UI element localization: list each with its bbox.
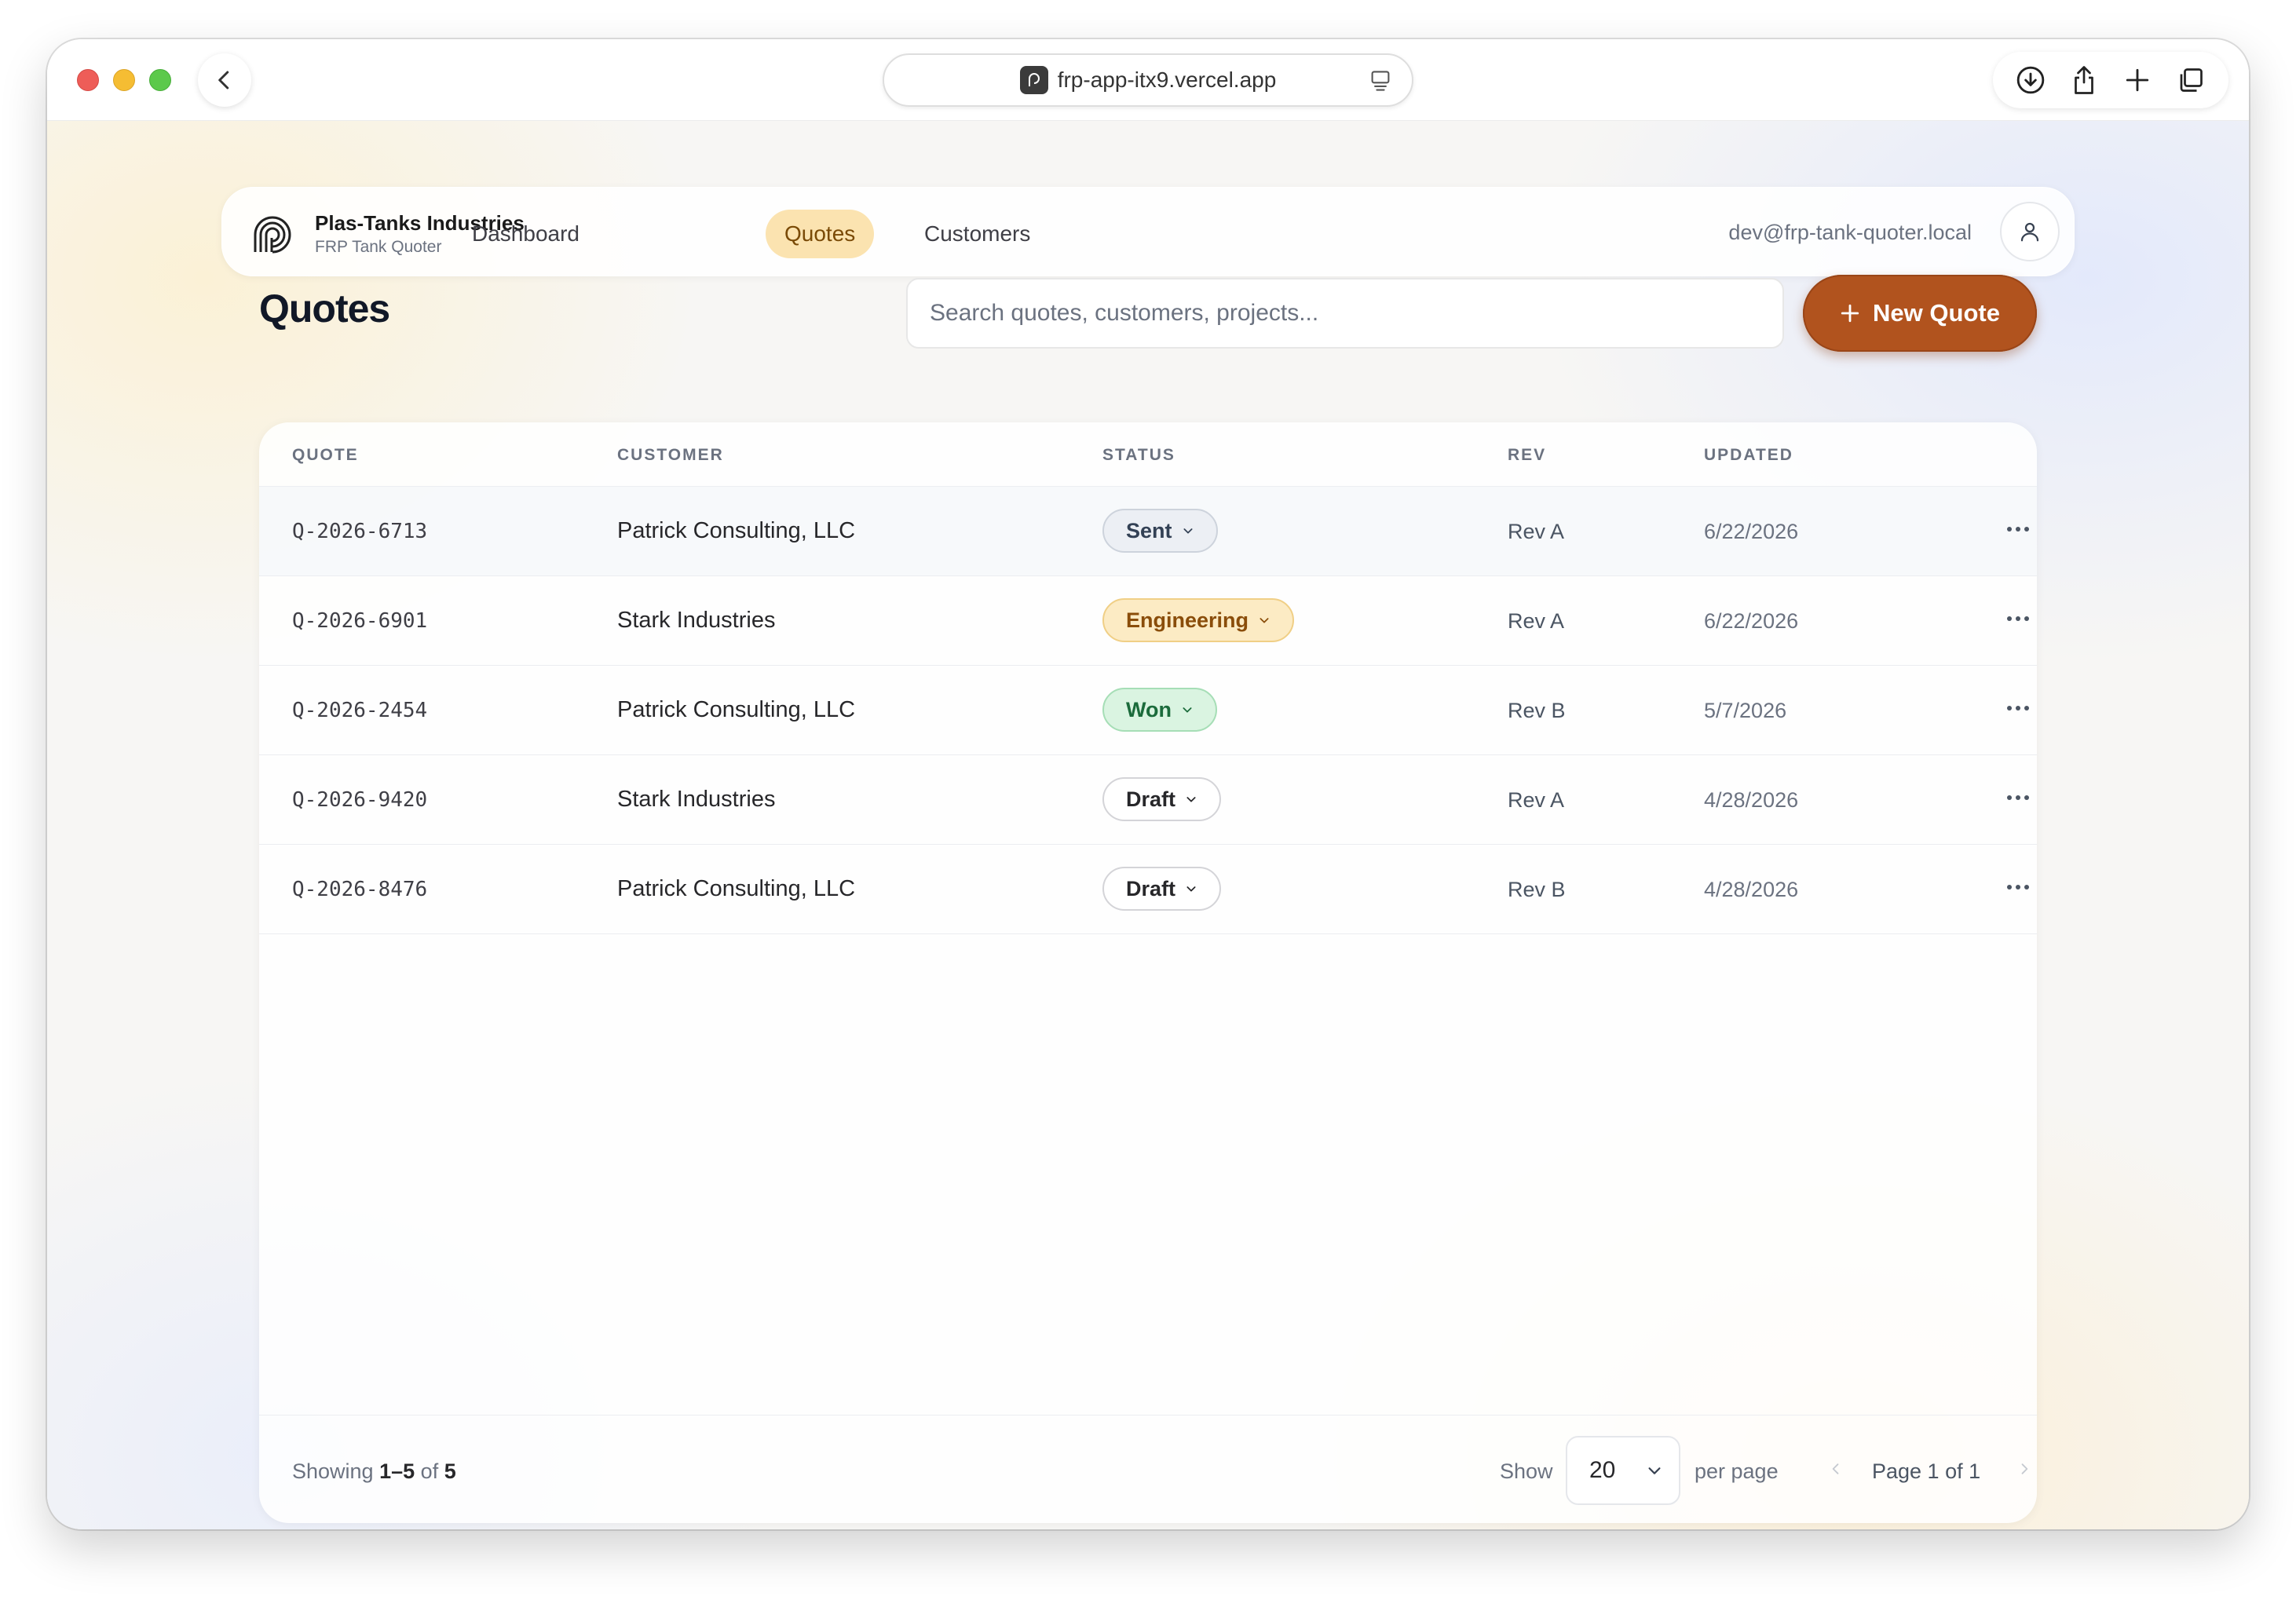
per-page-label: per page <box>1695 1459 1779 1483</box>
app-content: Plas-Tanks Industries FRP Tank Quoter Da… <box>47 121 2249 1529</box>
show-label: Show <box>1500 1459 1553 1483</box>
new-quote-button[interactable]: New Quote <box>1803 275 2037 352</box>
more-horizontal-icon[interactable] <box>2002 606 2034 631</box>
revision: Rev A <box>1508 609 1565 633</box>
table-row[interactable]: Q-2026-2454 Patrick Consulting, LLC Won Rev… <box>259 666 2037 755</box>
page-indicator: Page 1 of 1 <box>1872 1459 1981 1483</box>
user-avatar-button[interactable] <box>2000 202 2060 261</box>
updated-date: 6/22/2026 <box>1704 609 1799 633</box>
customer-name: Stark Industries <box>617 787 776 812</box>
top-nav: Plas-Tanks Industries FRP Tank Quoter Da… <box>221 187 2075 276</box>
chevron-right-icon <box>2021 1463 2028 1474</box>
browser-window: frp-app-itx9.vercel.app Plas-Tanks Indus… <box>47 39 2249 1529</box>
site-favicon-icon <box>1019 66 1048 94</box>
browser-toolbar: frp-app-itx9.vercel.app <box>47 39 2249 121</box>
brand-logo-icon[interactable] <box>250 211 294 255</box>
user-icon <box>2020 222 2039 242</box>
previous-page-button[interactable] <box>1820 1453 1852 1485</box>
column-header-status[interactable]: STATUS <box>1102 446 1175 465</box>
revision: Rev B <box>1508 699 1566 722</box>
back-button[interactable] <box>198 53 251 107</box>
chevron-down-icon <box>1260 618 1269 623</box>
status-dropdown[interactable]: Draft <box>1102 777 1222 821</box>
next-page-button[interactable] <box>2009 1453 2037 1485</box>
status-label: Draft <box>1126 787 1176 811</box>
showing-summary: Showing 1–5 of 5 <box>292 1459 456 1483</box>
status-dropdown[interactable]: Won <box>1102 688 1217 732</box>
page-title: Quotes <box>259 287 390 331</box>
more-horizontal-icon[interactable] <box>2002 517 2034 542</box>
url-text: frp-app-itx9.vercel.app <box>1057 68 1277 92</box>
quote-number[interactable]: Q-2026-8476 <box>292 878 427 901</box>
status-dropdown[interactable]: Draft <box>1102 867 1222 911</box>
quote-number[interactable]: Q-2026-6713 <box>292 520 427 543</box>
zoom-window-button[interactable] <box>149 69 171 91</box>
plus-icon[interactable] <box>2122 64 2153 96</box>
revision: Rev A <box>1508 520 1565 543</box>
chevron-down-icon <box>1186 886 1196 892</box>
column-header-rev[interactable]: REV <box>1508 446 1546 465</box>
chevron-down-icon <box>1648 1467 1661 1474</box>
status-dropdown[interactable]: Engineering <box>1102 598 1295 642</box>
table-row[interactable]: Q-2026-6901 Stark Industries Engineering Re… <box>259 576 2037 666</box>
status-label: Won <box>1126 697 1172 721</box>
column-header-updated[interactable]: UPDATED <box>1704 446 1793 465</box>
table-row[interactable]: Q-2026-8476 Patrick Consulting, LLC Draft R… <box>259 845 2037 934</box>
table-row[interactable]: Q-2026-6713 Patrick Consulting, LLC Sent Re… <box>259 487 2037 576</box>
quote-number[interactable]: Q-2026-2454 <box>292 699 427 722</box>
column-header-customer[interactable]: CUSTOMER <box>617 446 724 465</box>
more-horizontal-icon[interactable] <box>2002 785 2034 810</box>
quotes-table-card: QUOTE CUSTOMER STATUS REV UPDATED Q-2026… <box>259 422 2037 1523</box>
minimize-window-button[interactable] <box>113 69 135 91</box>
column-header-quote[interactable]: QUOTE <box>292 446 359 465</box>
download-icon[interactable] <box>2015 64 2046 96</box>
table-header: QUOTE CUSTOMER STATUS REV UPDATED <box>259 422 2037 487</box>
chevron-left-icon <box>1832 1463 1839 1474</box>
brand-subtitle: FRP Tank Quoter <box>315 238 442 256</box>
nav-link-dashboard[interactable]: Dashboard <box>453 210 598 258</box>
browser-tools <box>1993 52 2228 108</box>
plus-icon <box>1841 304 1859 323</box>
table-row[interactable]: Q-2026-9420 Stark Industries Draft Rev A 4/2… <box>259 755 2037 845</box>
updated-date: 5/7/2026 <box>1704 699 1787 722</box>
per-page-value: 20 <box>1589 1457 1616 1483</box>
user-email: dev@frp-tank-quoter.local <box>1728 221 1972 244</box>
reader-mode-icon[interactable] <box>1369 69 1391 97</box>
customer-name: Patrick Consulting, LLC <box>617 876 856 901</box>
status-label: Sent <box>1126 518 1172 542</box>
new-quote-label: New Quote <box>1873 299 2000 327</box>
status-dropdown[interactable]: Sent <box>1102 509 1218 553</box>
per-page-select[interactable]: 20 <box>1566 1436 1680 1505</box>
status-label: Engineering <box>1126 608 1249 632</box>
updated-date: 4/28/2026 <box>1704 788 1799 812</box>
status-label: Draft <box>1126 876 1176 900</box>
revision: Rev B <box>1508 878 1566 901</box>
quote-number[interactable]: Q-2026-6901 <box>292 609 427 633</box>
chevron-down-icon <box>1183 528 1193 534</box>
table-footer: Showing 1–5 of 5 Show 20 per page Page 1… <box>259 1415 2037 1523</box>
chevron-left-icon <box>218 71 229 89</box>
address-bar[interactable]: frp-app-itx9.vercel.app <box>883 53 1413 107</box>
revision: Rev A <box>1508 788 1565 812</box>
customer-name: Patrick Consulting, LLC <box>617 697 856 722</box>
customer-name: Stark Industries <box>617 608 776 633</box>
updated-date: 4/28/2026 <box>1704 878 1799 901</box>
chevron-down-icon <box>1183 707 1192 713</box>
share-icon[interactable] <box>2068 64 2100 96</box>
more-horizontal-icon[interactable] <box>2002 696 2034 721</box>
nav-link-customers[interactable]: Customers <box>905 210 1049 258</box>
more-horizontal-icon[interactable] <box>2002 875 2034 900</box>
chevron-down-icon <box>1186 797 1196 802</box>
updated-date: 6/22/2026 <box>1704 520 1799 543</box>
customer-name: Patrick Consulting, LLC <box>617 518 856 543</box>
tabs-overview-icon[interactable] <box>2175 64 2206 96</box>
close-window-button[interactable] <box>77 69 99 91</box>
quote-number[interactable]: Q-2026-9420 <box>292 788 427 812</box>
search-input[interactable] <box>906 278 1784 349</box>
nav-link-quotes[interactable]: Quotes <box>766 210 875 258</box>
